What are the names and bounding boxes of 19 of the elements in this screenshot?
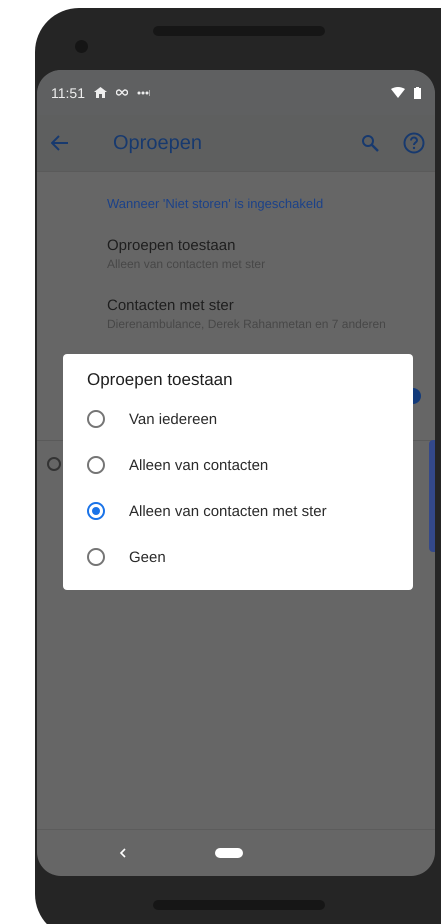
battery-icon [414,86,421,98]
home-pill[interactable] [215,848,243,858]
dots-icon [137,90,150,96]
page-title: Oproepen [113,132,203,154]
back-arrow-icon[interactable] [51,135,69,151]
back-icon[interactable] [119,848,126,858]
radio-option[interactable]: Alleen van contacten met ster [63,488,413,534]
radio-option[interactable]: Van iedereen [63,396,413,442]
dialog-title: Oproepen toestaan [87,370,234,390]
search-icon[interactable] [361,134,379,152]
radio-option[interactable]: Alleen van contacten [63,442,413,488]
radio-button[interactable] [47,457,61,471]
home-icon [94,87,107,98]
status-time: 11:51 [51,84,85,100]
radio-option[interactable]: Geen [63,534,413,580]
wifi-icon [391,87,405,98]
help-icon[interactable] [403,132,425,154]
infinity-icon [116,89,128,96]
section-header: Wanneer 'Niet storen' is ingeschakeld [107,196,324,211]
